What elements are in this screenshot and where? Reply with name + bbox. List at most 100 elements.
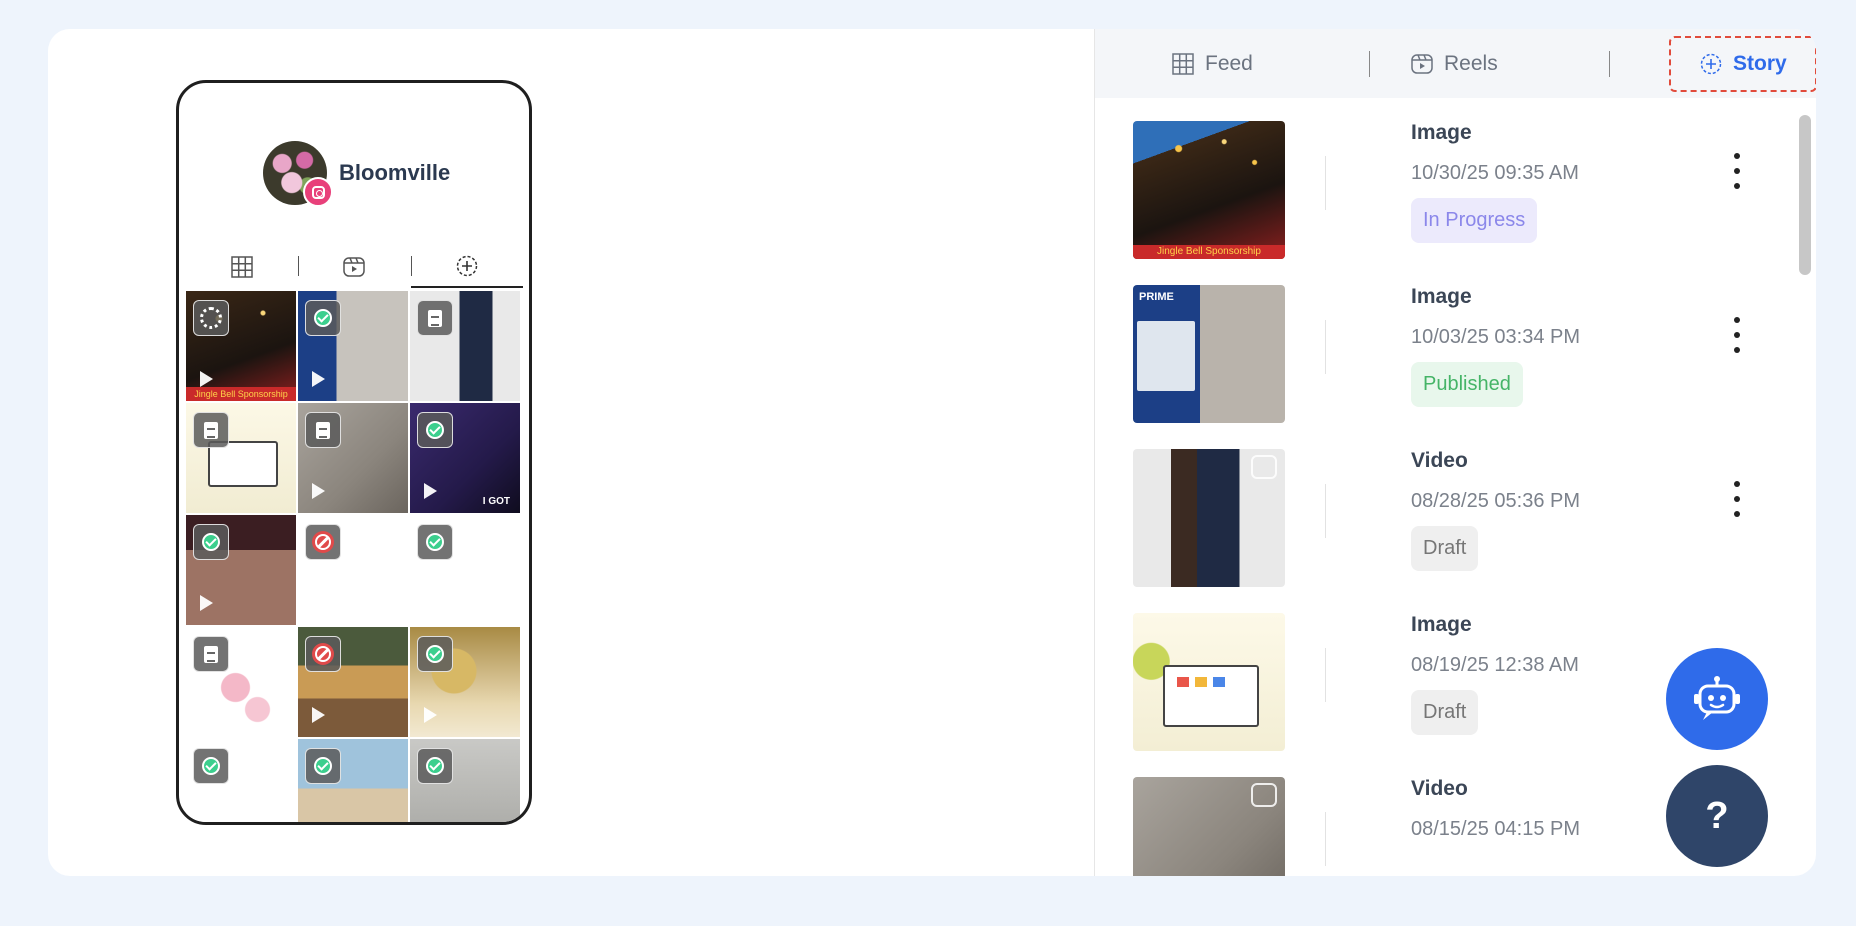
- item-divider: [1325, 484, 1326, 538]
- play-icon: [312, 371, 325, 387]
- post-type: Image: [1411, 613, 1472, 636]
- draft-icon: [193, 636, 229, 672]
- instagram-icon: [303, 177, 333, 207]
- list-item[interactable]: Video 08/28/25 05:36 PM Draft: [1095, 426, 1795, 590]
- draft-icon: [193, 412, 229, 448]
- post-date: 08/28/25 05:36 PM: [1411, 490, 1581, 512]
- check-icon: [417, 748, 453, 784]
- robot-icon: [1694, 676, 1740, 720]
- help-button[interactable]: ?: [1666, 765, 1768, 867]
- phone-tab-grid[interactable]: [186, 246, 298, 288]
- tab-separator: [1609, 51, 1610, 77]
- phone-tab-reels[interactable]: [298, 246, 410, 288]
- tab-reels-label: Reels: [1444, 52, 1498, 75]
- check-icon: [417, 524, 453, 560]
- list-item[interactable]: Jingle Bell Sponsorship Image 10/30/25 0…: [1095, 98, 1795, 262]
- tab-feed-label: Feed: [1205, 52, 1253, 75]
- play-icon: [312, 707, 325, 723]
- grid-cell[interactable]: [186, 739, 296, 822]
- tab-story[interactable]: Story: [1669, 36, 1816, 92]
- play-icon: [424, 707, 437, 723]
- list-item[interactable]: PRIME Image 10/03/25 03:34 PM Published: [1095, 262, 1795, 426]
- check-icon: [305, 300, 341, 336]
- rejected-icon: [305, 636, 341, 672]
- scrollbar[interactable]: [1799, 115, 1811, 275]
- draft-icon: [417, 300, 453, 336]
- draft-icon: [305, 412, 341, 448]
- reels-icon: [1411, 54, 1433, 74]
- post-date: 10/30/25 09:35 AM: [1411, 162, 1579, 184]
- grid-cell[interactable]: [186, 627, 296, 737]
- grid-cell[interactable]: [298, 403, 408, 513]
- play-icon: [424, 483, 437, 499]
- post-thumbnail[interactable]: [1133, 449, 1285, 587]
- grid-cell[interactable]: [298, 627, 408, 737]
- play-icon: [200, 595, 213, 611]
- check-icon: [417, 636, 453, 672]
- tab-separator: [1369, 51, 1370, 77]
- check-icon: [305, 748, 341, 784]
- check-icon: [193, 748, 229, 784]
- post-type: Video: [1411, 777, 1468, 800]
- reels-icon: [1251, 455, 1277, 479]
- item-divider: [1325, 648, 1326, 702]
- main-card: Bloomville Jingle Bell Sponsorship I GOT…: [48, 29, 1816, 876]
- status-badge: Draft: [1411, 526, 1479, 571]
- grid-cell[interactable]: Jingle Bell Sponsorship: [186, 291, 296, 401]
- thumbnail-caption: Jingle Bell Sponsorship: [1133, 245, 1285, 259]
- grid-cell[interactable]: I GOT: [410, 403, 520, 513]
- ai-assistant-button[interactable]: [1666, 648, 1768, 750]
- phone-tabs: [186, 246, 523, 290]
- grid-caption: I GOT: [482, 496, 510, 507]
- phone-preview: Bloomville Jingle Bell Sponsorship I GOT: [176, 80, 532, 825]
- profile-header: Bloomville: [263, 141, 451, 207]
- post-type: Video: [1411, 449, 1468, 472]
- profile-name: Bloomville: [339, 160, 451, 185]
- post-date: 08/15/25 04:15 PM: [1411, 818, 1581, 840]
- grid-icon: [1172, 53, 1194, 75]
- check-icon: [193, 524, 229, 560]
- post-list: Jingle Bell Sponsorship Image 10/30/25 0…: [1095, 98, 1816, 876]
- grid-cell[interactable]: [298, 291, 408, 401]
- status-badge: Published: [1411, 362, 1523, 407]
- tab-story-label: Story: [1733, 52, 1787, 75]
- grid-cell[interactable]: [410, 515, 520, 625]
- grid-cell[interactable]: [410, 627, 520, 737]
- item-divider: [1325, 320, 1326, 374]
- thumbnail-caption: PRIME: [1139, 291, 1174, 303]
- grid-caption: Jingle Bell Sponsorship: [186, 387, 296, 401]
- grid-cell[interactable]: [298, 739, 408, 822]
- post-thumbnail[interactable]: [1133, 613, 1285, 751]
- story-add-icon: [456, 255, 478, 277]
- tab-feed[interactable]: Feed: [1171, 36, 1253, 92]
- more-options-icon[interactable]: [1732, 153, 1742, 189]
- post-thumbnail[interactable]: [1133, 777, 1285, 876]
- post-date: 10/03/25 03:34 PM: [1411, 326, 1581, 348]
- grid-cell[interactable]: [410, 291, 520, 401]
- rejected-icon: [305, 524, 341, 560]
- more-options-icon[interactable]: [1732, 481, 1742, 517]
- grid-icon: [231, 256, 253, 278]
- content-tabs: Feed Reels Story: [1095, 29, 1816, 98]
- grid-cell[interactable]: [186, 403, 296, 513]
- post-thumbnail[interactable]: Jingle Bell Sponsorship: [1133, 121, 1285, 259]
- more-options-icon[interactable]: [1732, 317, 1742, 353]
- reels-icon: [343, 257, 365, 277]
- status-badge: Draft: [1411, 690, 1479, 735]
- grid-cell[interactable]: [410, 739, 520, 822]
- grid-cell[interactable]: [298, 515, 408, 625]
- post-grid: Jingle Bell Sponsorship I GOT: [186, 291, 523, 822]
- play-icon: [200, 371, 213, 387]
- item-divider: [1325, 812, 1326, 866]
- post-type: Image: [1411, 121, 1472, 144]
- phone-tab-story[interactable]: [411, 246, 523, 288]
- check-icon: [417, 412, 453, 448]
- post-thumbnail[interactable]: PRIME: [1133, 285, 1285, 423]
- post-type: Image: [1411, 285, 1472, 308]
- loading-icon: [193, 300, 229, 336]
- status-badge: In Progress: [1411, 198, 1538, 243]
- help-label: ?: [1705, 794, 1729, 837]
- tab-reels[interactable]: Reels: [1410, 36, 1498, 92]
- reels-icon: [1251, 783, 1277, 807]
- grid-cell[interactable]: [186, 515, 296, 625]
